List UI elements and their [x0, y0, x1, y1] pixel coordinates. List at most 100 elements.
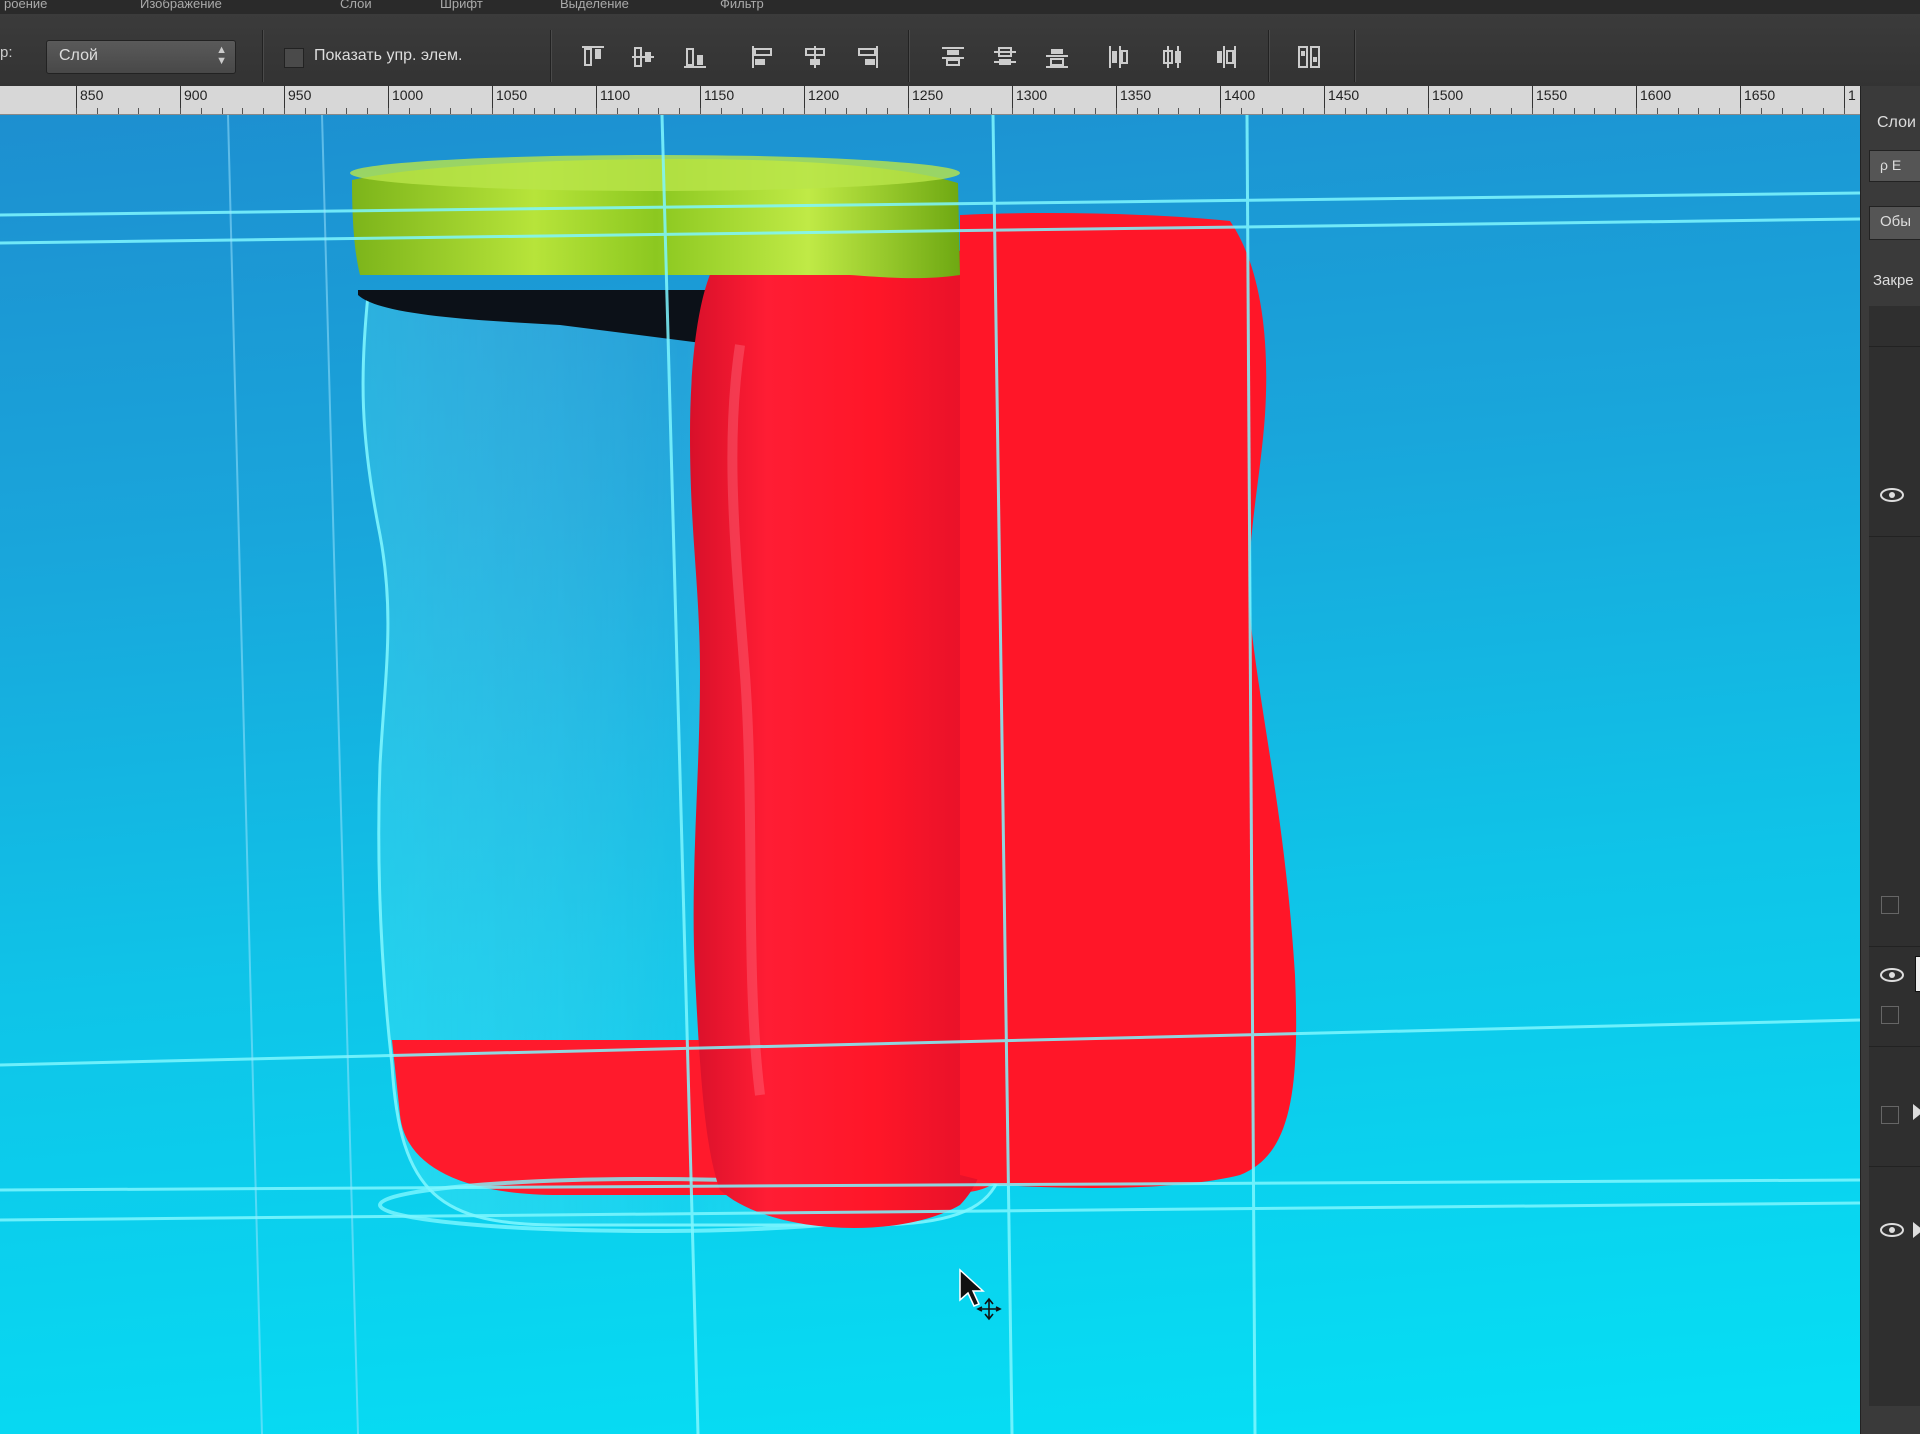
expand-arrow-icon[interactable] [1913, 1104, 1920, 1120]
layer-thumbnail-icon[interactable] [1915, 956, 1920, 992]
vertical-guide [321, 115, 359, 1434]
toolbar-divider [550, 30, 552, 82]
ruler-label: 1650 [1744, 87, 1776, 103]
checkbox-icon[interactable] [1881, 896, 1899, 914]
align-vertical-centers-icon[interactable] [628, 42, 658, 72]
menu-filter[interactable]: Фильтр [720, 0, 764, 11]
ruler-minor-tick [846, 108, 847, 114]
ruler-label: 1000 [392, 87, 424, 103]
ruler-minor-tick [1698, 108, 1699, 114]
ruler-minor-tick [1012, 108, 1013, 114]
layers-panel: Слои ρ Е Обы Закре [1860, 86, 1920, 1434]
menu-view[interactable]: роение [4, 0, 47, 11]
green-lid-top [350, 155, 960, 191]
layer-select-value: Слой [59, 47, 98, 64]
ruler-minor-tick [783, 108, 784, 114]
distribute-bottom-icon[interactable] [1042, 42, 1072, 72]
lock-label: Закре [1873, 272, 1914, 289]
ruler-minor-tick [658, 108, 659, 114]
ruler-minor-tick [1262, 108, 1263, 114]
align-left-edges-icon[interactable] [748, 42, 778, 72]
ruler-minor-tick [1511, 108, 1512, 114]
eye-icon[interactable] [1879, 1221, 1905, 1239]
ruler-minor-tick [263, 108, 264, 114]
move-cursor-icon [959, 1268, 1002, 1321]
ruler-minor-tick [866, 108, 867, 114]
ruler-minor-tick [1449, 108, 1450, 114]
blend-mode-value: Обы [1880, 213, 1912, 230]
ruler-minor-tick [97, 108, 98, 114]
distribute-top-icon[interactable] [938, 42, 968, 72]
document-canvas[interactable] [0, 115, 1860, 1434]
ruler-minor-tick [513, 108, 514, 114]
ruler-minor-tick [700, 108, 701, 114]
layer-select-dropdown[interactable]: Слой ▲ ▼ [46, 40, 236, 74]
ruler-minor-tick [1657, 108, 1658, 114]
align-right-edges-icon[interactable] [852, 42, 882, 72]
ruler-minor-tick [991, 108, 992, 114]
distribute-left-icon[interactable] [1104, 42, 1134, 72]
layer-filter-kind[interactable]: ρ Е [1869, 150, 1920, 182]
expand-arrow-icon[interactable] [1913, 1222, 1920, 1238]
ruler-minor-tick [1116, 108, 1117, 114]
menu-image[interactable]: Изображение [140, 0, 222, 11]
ruler-minor-tick [1615, 108, 1616, 114]
menu-bar: роение Изображение Слои Шрифт Выделение … [0, 0, 1920, 14]
horizontal-ruler[interactable]: 850 900 950 1000 1050 1100 1150 1200 125… [0, 86, 1860, 115]
distribute-right-icon[interactable] [1210, 42, 1240, 72]
menu-layers[interactable]: Слои [340, 0, 372, 11]
toolbar-divider [1354, 30, 1356, 82]
ruler-minor-tick [305, 108, 306, 114]
ruler-minor-tick [1574, 108, 1575, 114]
ruler-minor-tick [1740, 108, 1741, 114]
ruler-minor-tick [929, 108, 930, 114]
ruler-label: 1250 [912, 87, 944, 103]
layers-panel-title[interactable]: Слои [1877, 114, 1916, 132]
ruler-minor-tick [1282, 108, 1283, 114]
checkbox-icon[interactable] [1881, 1106, 1899, 1124]
distribute-horizontal-centers-icon[interactable] [1158, 42, 1188, 72]
layer-row-divider [1869, 1166, 1920, 1167]
align-top-edges-icon[interactable] [578, 42, 608, 72]
vertical-guide [227, 115, 263, 1434]
ruler-minor-tick [534, 108, 535, 114]
eye-icon[interactable] [1879, 966, 1905, 984]
ruler-minor-tick [326, 108, 327, 114]
show-transform-checkbox[interactable] [284, 48, 304, 68]
align-bottom-edges-icon[interactable] [680, 42, 710, 72]
ruler-label: 850 [80, 87, 104, 103]
ruler-label: 1550 [1536, 87, 1568, 103]
toolbar-divider [908, 30, 910, 82]
ruler-minor-tick [492, 108, 493, 114]
ruler-label: 1450 [1328, 87, 1360, 103]
auto-align-layers-icon[interactable] [1294, 42, 1324, 72]
ruler-minor-tick [1407, 108, 1408, 114]
ruler-minor-tick [825, 108, 826, 114]
eye-icon[interactable] [1879, 486, 1905, 504]
distribute-vertical-centers-icon[interactable] [990, 42, 1020, 72]
ruler-minor-tick [679, 108, 680, 114]
layer-row-divider [1869, 1046, 1920, 1047]
ruler-minor-tick [970, 108, 971, 114]
ruler-minor-tick [1636, 108, 1637, 114]
artwork [0, 115, 1860, 1434]
ruler-minor-tick [1324, 108, 1325, 114]
ruler-minor-tick [1490, 108, 1491, 114]
ruler-minor-tick [617, 108, 618, 114]
ruler-minor-tick [1303, 108, 1304, 114]
ruler-minor-tick [138, 108, 139, 114]
checkbox-icon[interactable] [1881, 1006, 1899, 1024]
ruler-minor-tick [742, 108, 743, 114]
align-horizontal-centers-icon[interactable] [800, 42, 830, 72]
ruler-minor-tick [471, 108, 472, 114]
ruler-minor-tick [1220, 108, 1221, 114]
ruler-label: 900 [184, 87, 208, 103]
ruler-minor-tick [409, 108, 410, 114]
ruler-label: 1600 [1640, 87, 1672, 103]
menu-select[interactable]: Выделение [560, 0, 629, 11]
menu-type[interactable]: Шрифт [440, 0, 483, 11]
blend-mode-select[interactable]: Обы [1869, 206, 1920, 240]
ruler-minor-tick [1470, 108, 1471, 114]
ruler-minor-tick [1137, 108, 1138, 114]
ruler-label: 1350 [1120, 87, 1152, 103]
